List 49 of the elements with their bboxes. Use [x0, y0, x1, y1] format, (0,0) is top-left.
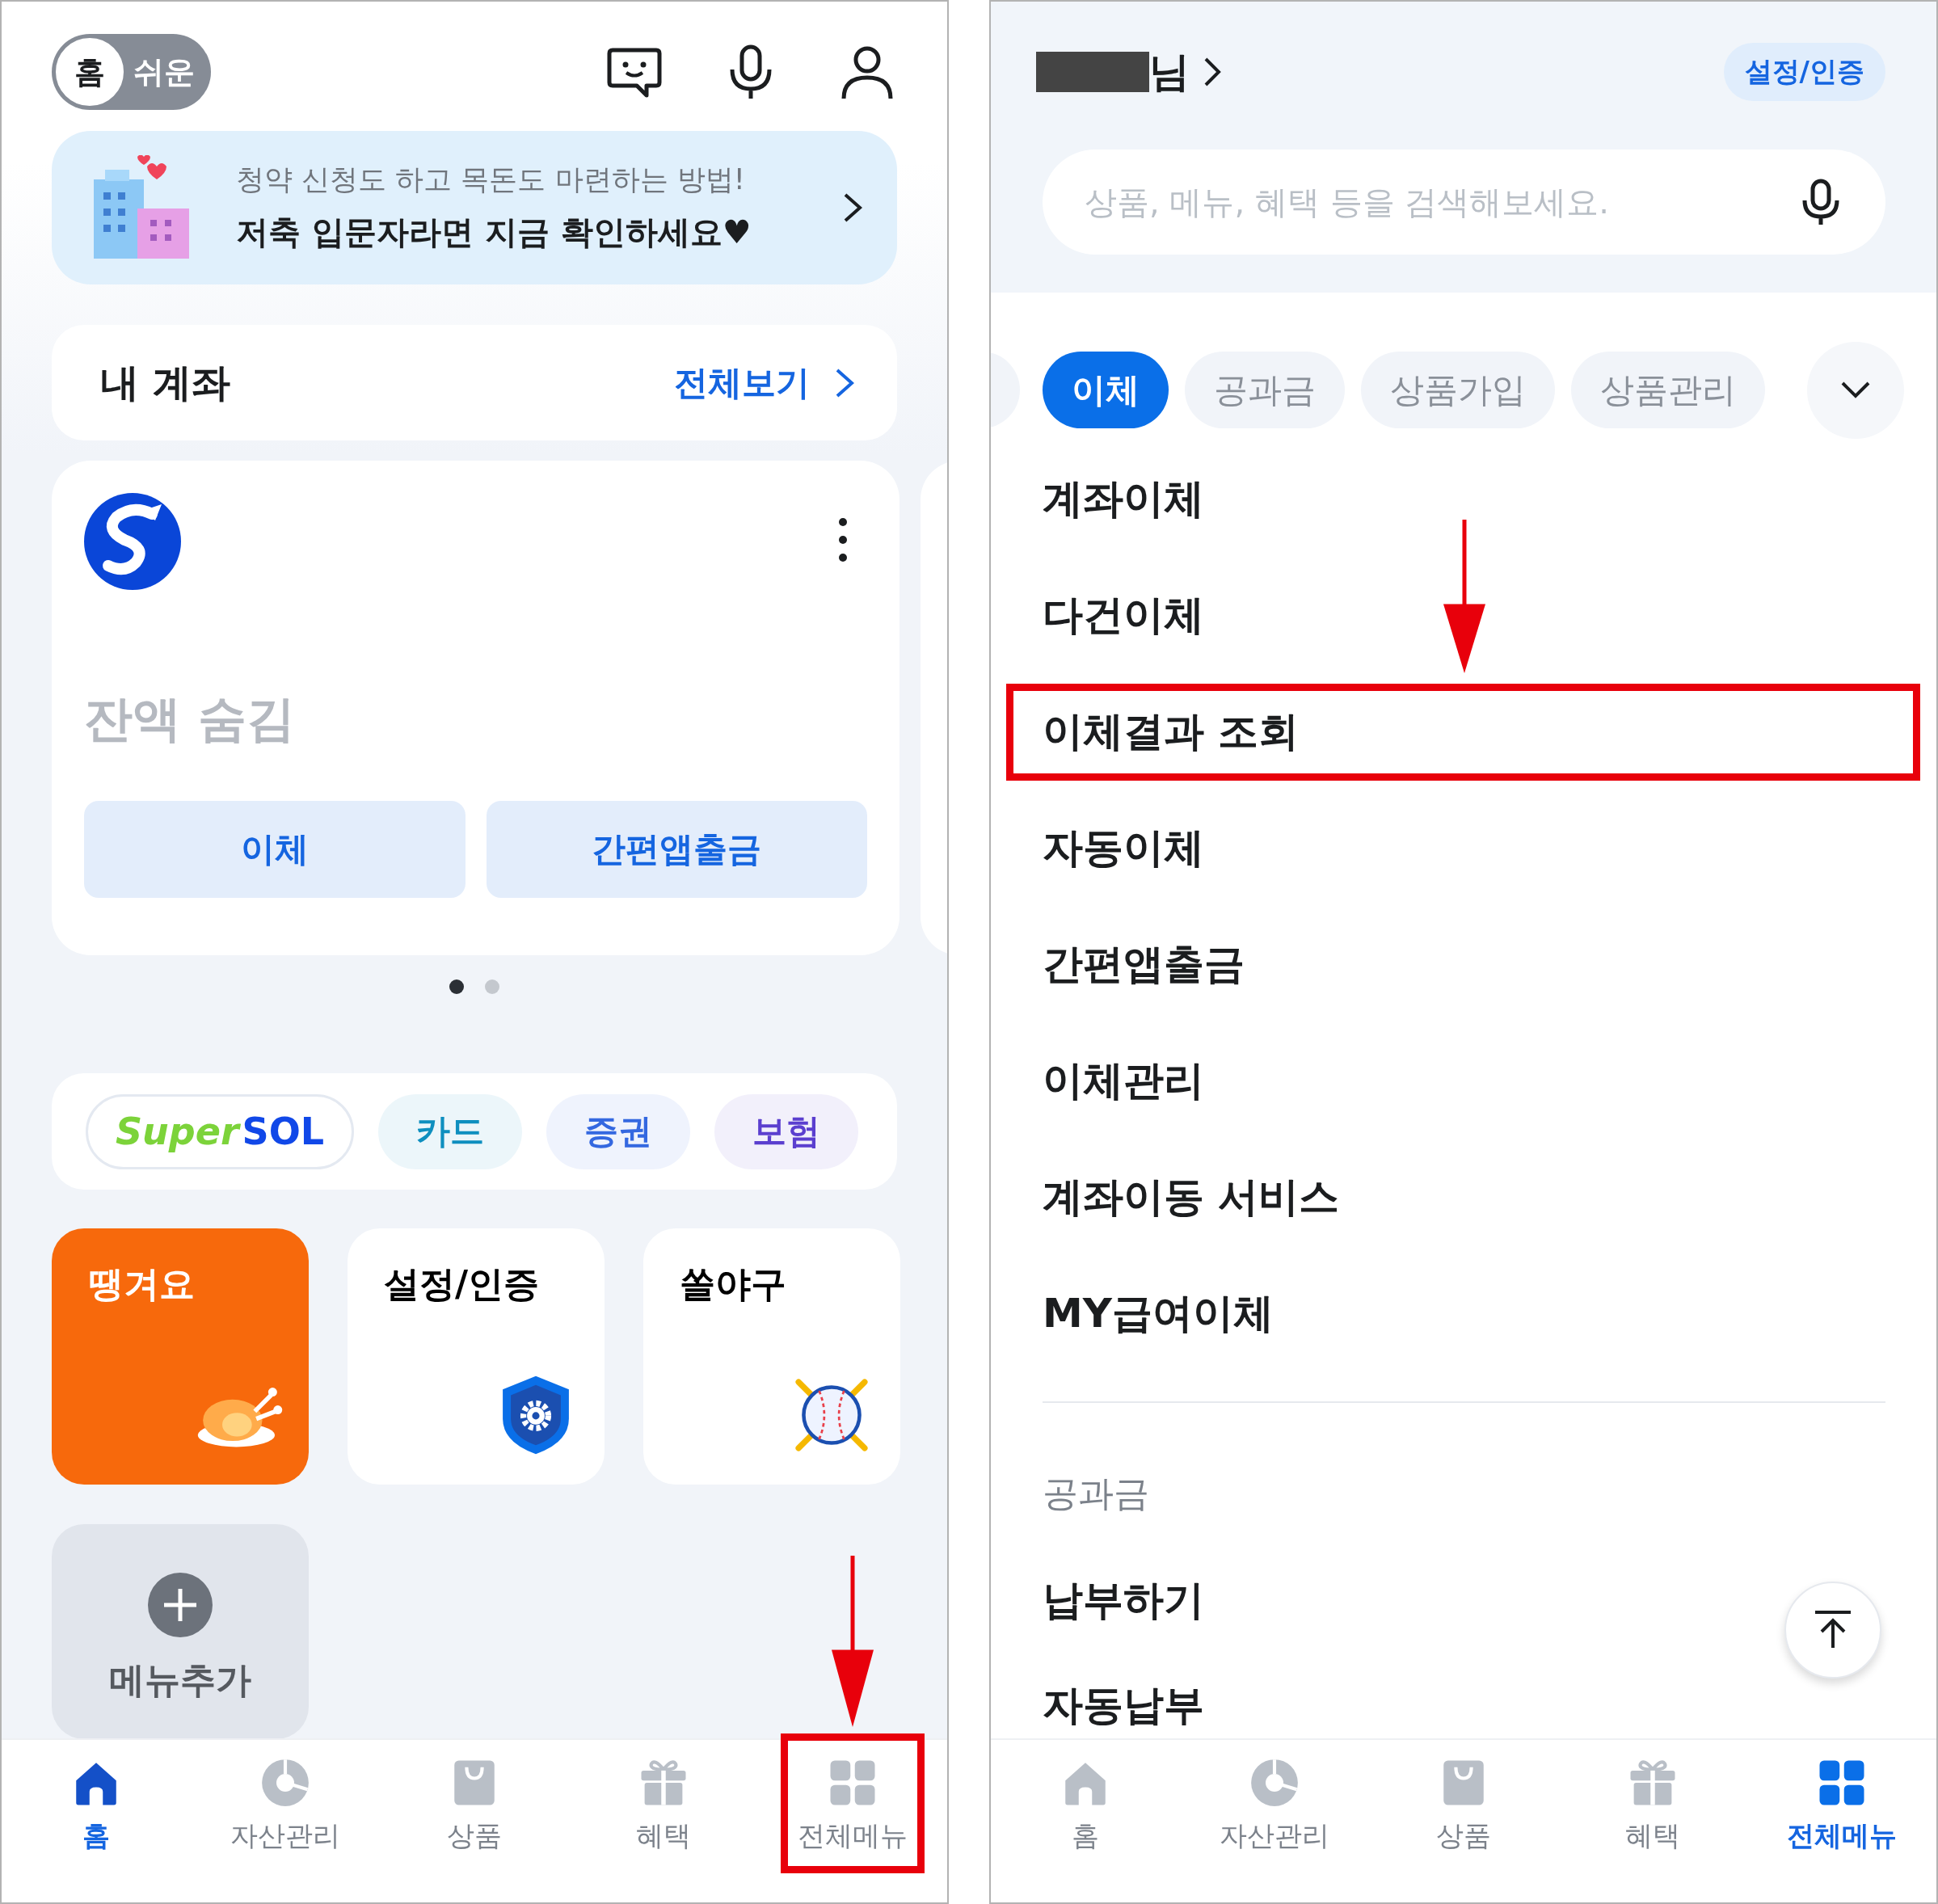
menu-item[interactable]: 이체결과 조회 [1043, 704, 1300, 759]
mode-toggle[interactable]: 홈 쉬운 [52, 34, 211, 110]
menu-tile[interactable]: 땡겨요 [52, 1228, 309, 1485]
nav-tab[interactable]: 자산관리 [1180, 1740, 1369, 1902]
scroll-to-top-button[interactable] [1784, 1582, 1881, 1679]
account-action-button[interactable]: 간편앱출금 [486, 801, 867, 898]
affiliate-chip[interactable]: 카드 [378, 1093, 522, 1169]
nav-tab[interactable]: 혜택 [1558, 1740, 1747, 1902]
nav-tab[interactable]: 전체메뉴 [1747, 1740, 1936, 1902]
menu-item[interactable]: 이체관리 [1043, 1053, 1204, 1108]
bank-logo-icon [84, 493, 181, 590]
menu-item[interactable]: 다건이체 [1043, 588, 1204, 642]
category-chip[interactable]: 상품가입 [1361, 352, 1555, 428]
affiliate-chip[interactable]: 증권 [546, 1093, 690, 1169]
nav-tab[interactable]: 상품 [1369, 1740, 1558, 1902]
banner-subtitle: 청약 신청도 하고 목돈도 마련하는 방법! [236, 162, 746, 197]
banner-title: 저축 입문자라면 지금 확인하세요♥ [236, 213, 752, 252]
menu-item[interactable]: 계좌이체 [1043, 471, 1204, 526]
search-field[interactable]: 상품, 메뉴, 혜택 등을 검색해보세요. [1043, 150, 1885, 255]
nav-tab[interactable]: 상품 [380, 1740, 569, 1902]
category-chip[interactable]: 이체 [1043, 352, 1169, 428]
menu-item[interactable]: 자동이체 [1043, 820, 1204, 875]
balance-hidden-text: 잔액 숨김 [84, 689, 296, 748]
menu-item[interactable]: 납부하기 [1043, 1573, 1204, 1628]
affiliate-chip[interactable]: 보험 [714, 1093, 858, 1169]
chevron-right-icon[interactable] [1203, 56, 1222, 88]
menu-tile[interactable]: 쏠야구 [643, 1228, 900, 1485]
nav-tab[interactable]: 전체메뉴 [758, 1740, 947, 1902]
section-title: 내 계좌 [100, 358, 231, 406]
greeting-text[interactable]: 님 [1149, 44, 1190, 99]
menu-item[interactable]: 계좌이동 서비스 [1043, 1169, 1340, 1224]
nav-tab[interactable]: 홈 [991, 1740, 1180, 1902]
add-menu-tile[interactable]: 메뉴추가 [52, 1524, 309, 1739]
plus-icon [148, 1573, 213, 1637]
super-sol-button[interactable]: SuperSOL [86, 1093, 354, 1169]
section-title: 공과금 [1043, 1471, 1149, 1515]
account-action-button[interactable]: 이체 [84, 801, 466, 898]
menu-item[interactable]: 간편앱출금 [1043, 937, 1245, 992]
promo-banner[interactable]: 청약 신청도 하고 목돈도 마련하는 방법! 저축 입문자라면 지금 확인하세요♥ [52, 131, 897, 284]
menu-item[interactable]: 자동납부 [1043, 1678, 1204, 1733]
category-chip[interactable]: 상품관리 [1571, 352, 1765, 428]
menu-tile[interactable]: 설정/인증 [348, 1228, 605, 1485]
menu-item[interactable]: MY급여이체 [1043, 1286, 1274, 1341]
nav-tab[interactable]: 혜택 [569, 1740, 758, 1902]
category-chip[interactable]: 공과금 [1185, 352, 1345, 428]
settings-button[interactable]: 설정/인증 [1723, 43, 1885, 101]
nav-tab[interactable]: 홈 [2, 1740, 191, 1902]
view-all-link[interactable]: 전체보기 [674, 360, 810, 406]
nav-tab[interactable]: 자산관리 [191, 1740, 380, 1902]
